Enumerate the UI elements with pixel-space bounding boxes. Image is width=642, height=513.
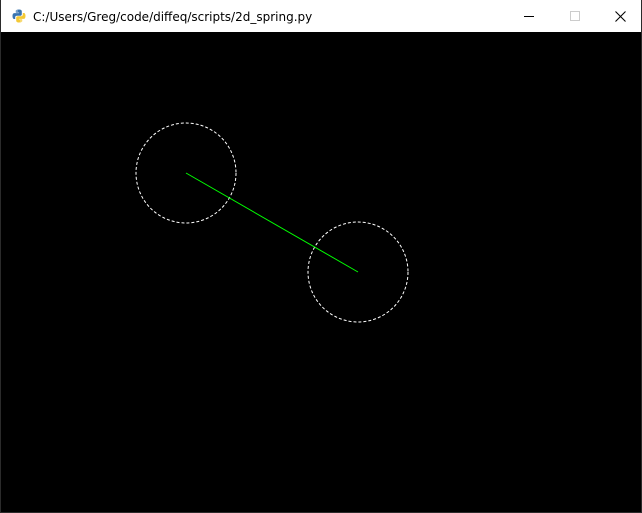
simulation-drawing (1, 32, 641, 512)
close-icon (614, 10, 626, 22)
close-button[interactable] (597, 0, 642, 32)
app-window: C:/Users/Greg/code/diffeq/scripts/2d_spr… (0, 0, 642, 513)
maximize-icon (570, 11, 580, 21)
canvas-background (1, 32, 641, 512)
python-icon (12, 9, 26, 23)
title-bar[interactable]: C:/Users/Greg/code/diffeq/scripts/2d_spr… (1, 0, 641, 32)
minimize-icon (524, 16, 534, 17)
maximize-button[interactable] (552, 0, 598, 32)
window-title: C:/Users/Greg/code/diffeq/scripts/2d_spr… (33, 10, 313, 24)
minimize-button[interactable] (506, 0, 552, 32)
simulation-canvas[interactable] (1, 32, 641, 512)
